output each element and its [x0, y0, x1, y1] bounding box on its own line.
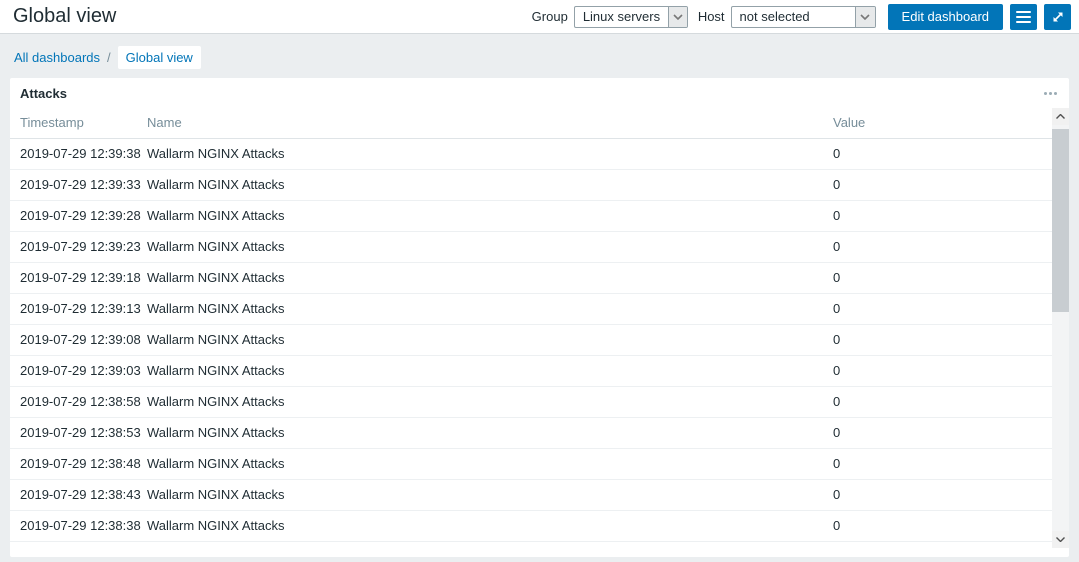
cell-timestamp: 2019-07-29 12:39:08 — [10, 324, 147, 356]
scroll-down-button[interactable] — [1052, 531, 1069, 548]
cell-value: 0 — [833, 293, 1052, 325]
cell-timestamp: 2019-07-29 12:38:38 — [10, 510, 147, 542]
breadcrumb: All dashboards / Global view — [0, 34, 1079, 69]
table-row: 2019-07-29 12:39:18 Wallarm NGINX Attack… — [10, 262, 1052, 294]
cell-name: Wallarm NGINX Attacks — [147, 138, 833, 170]
table-row: 2019-07-29 12:38:58 Wallarm NGINX Attack… — [10, 386, 1052, 418]
widget-body: Timestamp Name Value 2019-07-29 12:39:38… — [10, 108, 1069, 548]
table-body: 2019-07-29 12:39:38 Wallarm NGINX Attack… — [10, 138, 1052, 542]
cell-timestamp: 2019-07-29 12:39:38 — [10, 138, 147, 170]
host-select-value: not selected — [739, 9, 810, 24]
table-row: 2019-07-29 12:38:43 Wallarm NGINX Attack… — [10, 479, 1052, 511]
cell-value: 0 — [833, 417, 1052, 449]
group-select-value: Linux servers — [582, 9, 661, 24]
cell-value: 0 — [833, 386, 1052, 418]
cell-value: 0 — [833, 355, 1052, 387]
breadcrumb-all-dashboards[interactable]: All dashboards — [14, 50, 100, 65]
cell-timestamp: 2019-07-29 12:39:13 — [10, 293, 147, 325]
attacks-widget: Attacks Timestamp Name Value 2019-07-29 … — [10, 78, 1069, 557]
scrollbar-thumb[interactable] — [1052, 129, 1069, 312]
fullscreen-button[interactable] — [1044, 3, 1071, 30]
table-row: 2019-07-29 12:39:28 Wallarm NGINX Attack… — [10, 200, 1052, 232]
cell-value: 0 — [833, 324, 1052, 356]
header-controls: Group Linux servers Host not selected Ed… — [531, 3, 1071, 30]
cell-value: 0 — [833, 448, 1052, 480]
cell-name: Wallarm NGINX Attacks — [147, 479, 833, 511]
cell-timestamp: 2019-07-29 12:38:58 — [10, 386, 147, 418]
table-row: 2019-07-29 12:39:03 Wallarm NGINX Attack… — [10, 355, 1052, 387]
cell-value: 0 — [833, 169, 1052, 201]
scrollbar-track[interactable] — [1052, 125, 1069, 531]
cell-name: Wallarm NGINX Attacks — [147, 262, 833, 294]
group-label: Group — [531, 9, 568, 24]
cell-name: Wallarm NGINX Attacks — [147, 448, 833, 480]
widget-header: Attacks — [10, 78, 1069, 108]
cell-name: Wallarm NGINX Attacks — [147, 417, 833, 449]
widget-scrollbar[interactable] — [1052, 108, 1069, 548]
cell-timestamp: 2019-07-29 12:39:03 — [10, 355, 147, 387]
breadcrumb-global-view[interactable]: Global view — [117, 45, 201, 69]
dashboard-menu-button[interactable] — [1010, 3, 1037, 30]
cell-name: Wallarm NGINX Attacks — [147, 510, 833, 542]
scroll-up-button[interactable] — [1052, 108, 1069, 125]
widget-menu-button[interactable] — [1042, 88, 1059, 99]
edit-dashboard-button[interactable]: Edit dashboard — [887, 3, 1003, 30]
table-row: 2019-07-29 12:39:13 Wallarm NGINX Attack… — [10, 293, 1052, 325]
table-row: 2019-07-29 12:39:23 Wallarm NGINX Attack… — [10, 231, 1052, 263]
col-header-value: Value — [833, 108, 1052, 139]
page-header: Global view Group Linux servers Host not… — [0, 0, 1079, 34]
cell-name: Wallarm NGINX Attacks — [147, 231, 833, 263]
hamburger-icon — [1016, 9, 1031, 24]
attacks-table: Timestamp Name Value 2019-07-29 12:39:38… — [10, 108, 1052, 542]
chevron-up-icon — [1056, 114, 1065, 119]
attacks-table-wrap: Timestamp Name Value 2019-07-29 12:39:38… — [10, 108, 1052, 548]
widget-title: Attacks — [20, 85, 67, 101]
group-select[interactable]: Linux servers — [573, 5, 688, 28]
table-row: 2019-07-29 12:39:08 Wallarm NGINX Attack… — [10, 324, 1052, 356]
cell-timestamp: 2019-07-29 12:39:23 — [10, 231, 147, 263]
cell-timestamp: 2019-07-29 12:39:33 — [10, 169, 147, 201]
table-row: 2019-07-29 12:38:38 Wallarm NGINX Attack… — [10, 510, 1052, 542]
table-row: 2019-07-29 12:39:33 Wallarm NGINX Attack… — [10, 169, 1052, 201]
page-title: Global view — [13, 5, 117, 27]
cell-name: Wallarm NGINX Attacks — [147, 386, 833, 418]
cell-timestamp: 2019-07-29 12:38:43 — [10, 479, 147, 511]
cell-name: Wallarm NGINX Attacks — [147, 200, 833, 232]
cell-timestamp: 2019-07-29 12:39:28 — [10, 200, 147, 232]
ellipsis-icon — [1044, 91, 1057, 95]
cell-timestamp: 2019-07-29 12:39:18 — [10, 262, 147, 294]
expand-arrows-icon — [1051, 10, 1065, 24]
col-header-timestamp: Timestamp — [10, 108, 147, 139]
table-row: 2019-07-29 12:38:48 Wallarm NGINX Attack… — [10, 448, 1052, 480]
table-row: 2019-07-29 12:39:38 Wallarm NGINX Attack… — [10, 138, 1052, 170]
cell-name: Wallarm NGINX Attacks — [147, 169, 833, 201]
host-label: Host — [697, 9, 725, 24]
cell-timestamp: 2019-07-29 12:38:48 — [10, 448, 147, 480]
cell-value: 0 — [833, 510, 1052, 542]
cell-name: Wallarm NGINX Attacks — [147, 324, 833, 356]
table-header-row: Timestamp Name Value — [10, 108, 1052, 139]
table-row: 2019-07-29 12:38:53 Wallarm NGINX Attack… — [10, 417, 1052, 449]
cell-timestamp: 2019-07-29 12:38:53 — [10, 417, 147, 449]
cell-name: Wallarm NGINX Attacks — [147, 355, 833, 387]
cell-value: 0 — [833, 138, 1052, 170]
cell-value: 0 — [833, 231, 1052, 263]
breadcrumb-separator: / — [107, 49, 111, 65]
chevron-down-icon[interactable] — [668, 6, 687, 27]
cell-value: 0 — [833, 200, 1052, 232]
cell-value: 0 — [833, 262, 1052, 294]
cell-name: Wallarm NGINX Attacks — [147, 293, 833, 325]
chevron-down-icon[interactable] — [854, 6, 875, 27]
chevron-down-icon — [1056, 537, 1065, 542]
host-select[interactable]: not selected — [730, 5, 876, 28]
col-header-name: Name — [147, 108, 833, 139]
cell-value: 0 — [833, 479, 1052, 511]
